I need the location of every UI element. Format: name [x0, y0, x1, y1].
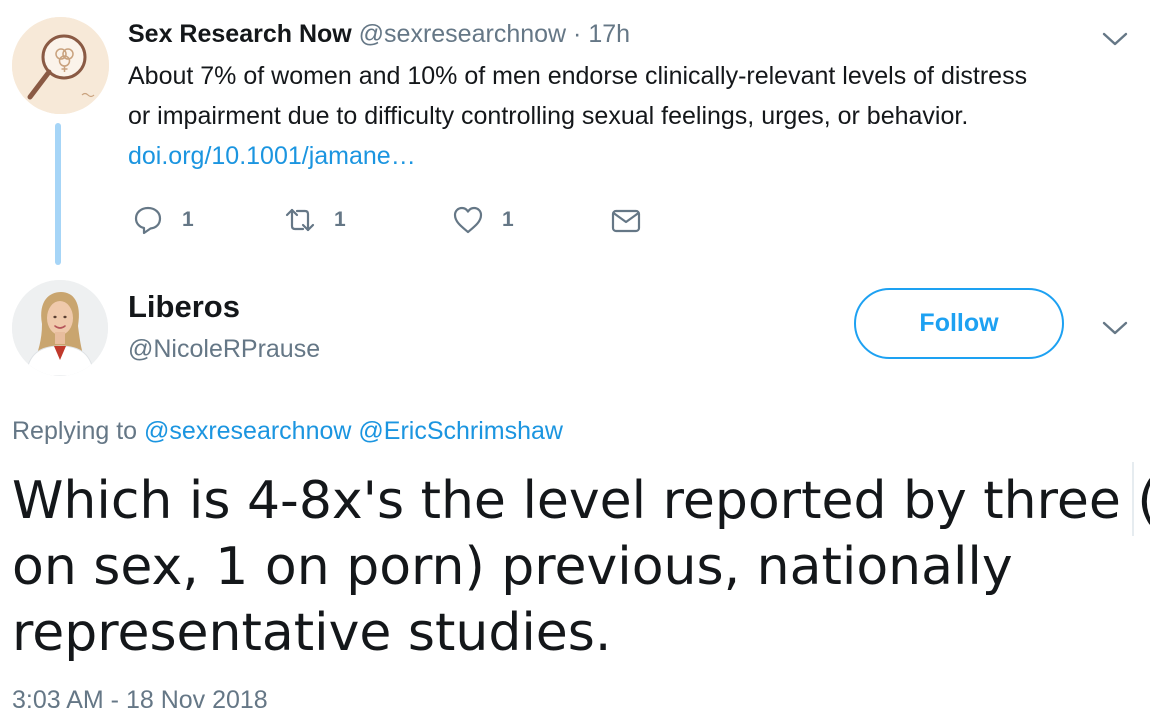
magnifier-logo-icon [12, 17, 109, 114]
like-button[interactable]: 1 [452, 204, 514, 236]
replying-to-label: Replying to [12, 417, 138, 445]
retweet-button[interactable]: 1 [284, 204, 346, 236]
retweet-count: 1 [334, 208, 346, 231]
parent-tweet-text-line: or impairment due to difficulty controll… [128, 102, 969, 130]
direct-message-button[interactable] [610, 204, 642, 236]
main-author-handle[interactable]: @NicoleRPrause [128, 332, 320, 366]
parent-tweet-text-line: About 7% of women and 10% of men endorse… [128, 62, 1028, 90]
chevron-down-icon[interactable] [1102, 31, 1128, 47]
chevron-down-icon[interactable] [1102, 320, 1128, 336]
parent-tweet-time[interactable]: 17h [588, 20, 630, 48]
header-separator: · [573, 20, 582, 48]
mention-link[interactable]: @sexresearchnow [144, 417, 351, 445]
scrollbar[interactable] [1132, 462, 1134, 536]
tweet-timestamp[interactable]: 3:03 AM - 18 Nov 2018 [12, 683, 268, 717]
heart-icon [453, 206, 483, 234]
envelope-icon [611, 209, 641, 233]
reply-count: 1 [182, 208, 194, 231]
main-tweet-text: Which is 4-8x's the level reported by th… [12, 468, 1150, 666]
parent-author-name[interactable]: Sex Research Now [128, 20, 352, 48]
parent-tweet-header: Sex Research Now @sexresearchnow · 17h [128, 18, 630, 50]
reply-icon [134, 206, 162, 235]
mention-link[interactable]: @EricSchrimshaw [358, 417, 563, 445]
replying-to-line: Replying to @sexresearchnow @EricSchrims… [12, 414, 563, 448]
parent-author-handle[interactable]: @sexresearchnow [359, 20, 566, 48]
main-tweet-text-line: on sex, 1 on porn) previous, nationally [12, 537, 1013, 597]
thread-connector-line [55, 123, 61, 265]
reply-button[interactable]: 1 [132, 204, 194, 236]
retweet-icon [285, 208, 315, 232]
like-count: 1 [502, 208, 514, 231]
follow-button[interactable]: Follow [854, 288, 1064, 359]
main-tweet-text-line: representative studies. [12, 603, 612, 663]
main-tweet-text-line: Which is 4-8x's the level reported by th… [12, 471, 1150, 531]
parent-author-avatar[interactable] [12, 17, 109, 114]
parent-tweet-link[interactable]: doi.org/10.1001/jamane… [128, 136, 1138, 176]
profile-photo-icon [12, 280, 108, 376]
main-author-name[interactable]: Liberos [128, 288, 240, 326]
main-author-avatar[interactable] [12, 280, 108, 376]
parent-tweet-text: About 7% of women and 10% of men endorse… [128, 56, 1138, 176]
